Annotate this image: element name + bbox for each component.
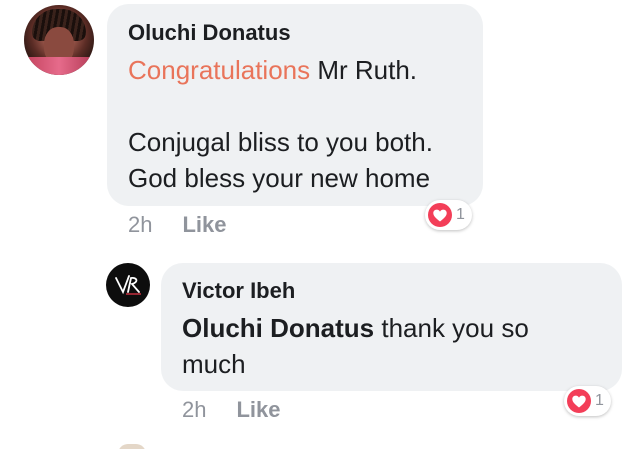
- reply-meta: 2h Like: [182, 397, 281, 423]
- comment-text: Congratulations Mr Ruth.: [128, 52, 483, 88]
- reply-author[interactable]: Victor Ibeh: [182, 278, 622, 304]
- comment-author[interactable]: Oluchi Donatus: [128, 20, 483, 46]
- reply-text-line1: thank you so: [374, 313, 529, 343]
- like-button[interactable]: Like: [236, 397, 280, 422]
- comment-meta: 2h Like: [128, 212, 227, 238]
- comment-bubble: Oluchi Donatus Congratulations Mr Ruth. …: [107, 4, 483, 206]
- avatar-oluchi-donatus[interactable]: [24, 5, 94, 75]
- comment-highlight: Congratulations: [128, 55, 311, 85]
- like-button[interactable]: Like: [182, 212, 226, 237]
- heart-icon: [567, 389, 591, 413]
- comment-text-line3: God bless your new home: [128, 163, 431, 193]
- comment-timestamp[interactable]: 2h: [128, 212, 152, 237]
- comment-thread: Oluchi Donatus Congratulations Mr Ruth. …: [0, 0, 640, 449]
- comment-text-line1: Mr Ruth.: [310, 55, 418, 85]
- reaction-summary[interactable]: 1: [564, 386, 611, 416]
- avatar-victor-ibeh[interactable]: [106, 263, 150, 307]
- heart-icon: [428, 203, 452, 227]
- next-comment-avatar[interactable]: [118, 444, 146, 449]
- reaction-summary[interactable]: 1: [425, 200, 472, 230]
- reply-timestamp[interactable]: 2h: [182, 397, 206, 422]
- vr-logo-icon: [115, 275, 141, 295]
- reply-text-line2: much: [182, 349, 246, 379]
- reply-bubble: Victor Ibeh Oluchi Donatus thank you so …: [161, 263, 622, 391]
- mention-link[interactable]: Oluchi Donatus: [182, 313, 374, 343]
- reaction-count: 1: [456, 206, 465, 223]
- reaction-count: 1: [595, 392, 604, 409]
- comment-text-line2: Conjugal bliss to you both.: [128, 127, 433, 157]
- reply-text: Oluchi Donatus thank you so: [182, 310, 622, 346]
